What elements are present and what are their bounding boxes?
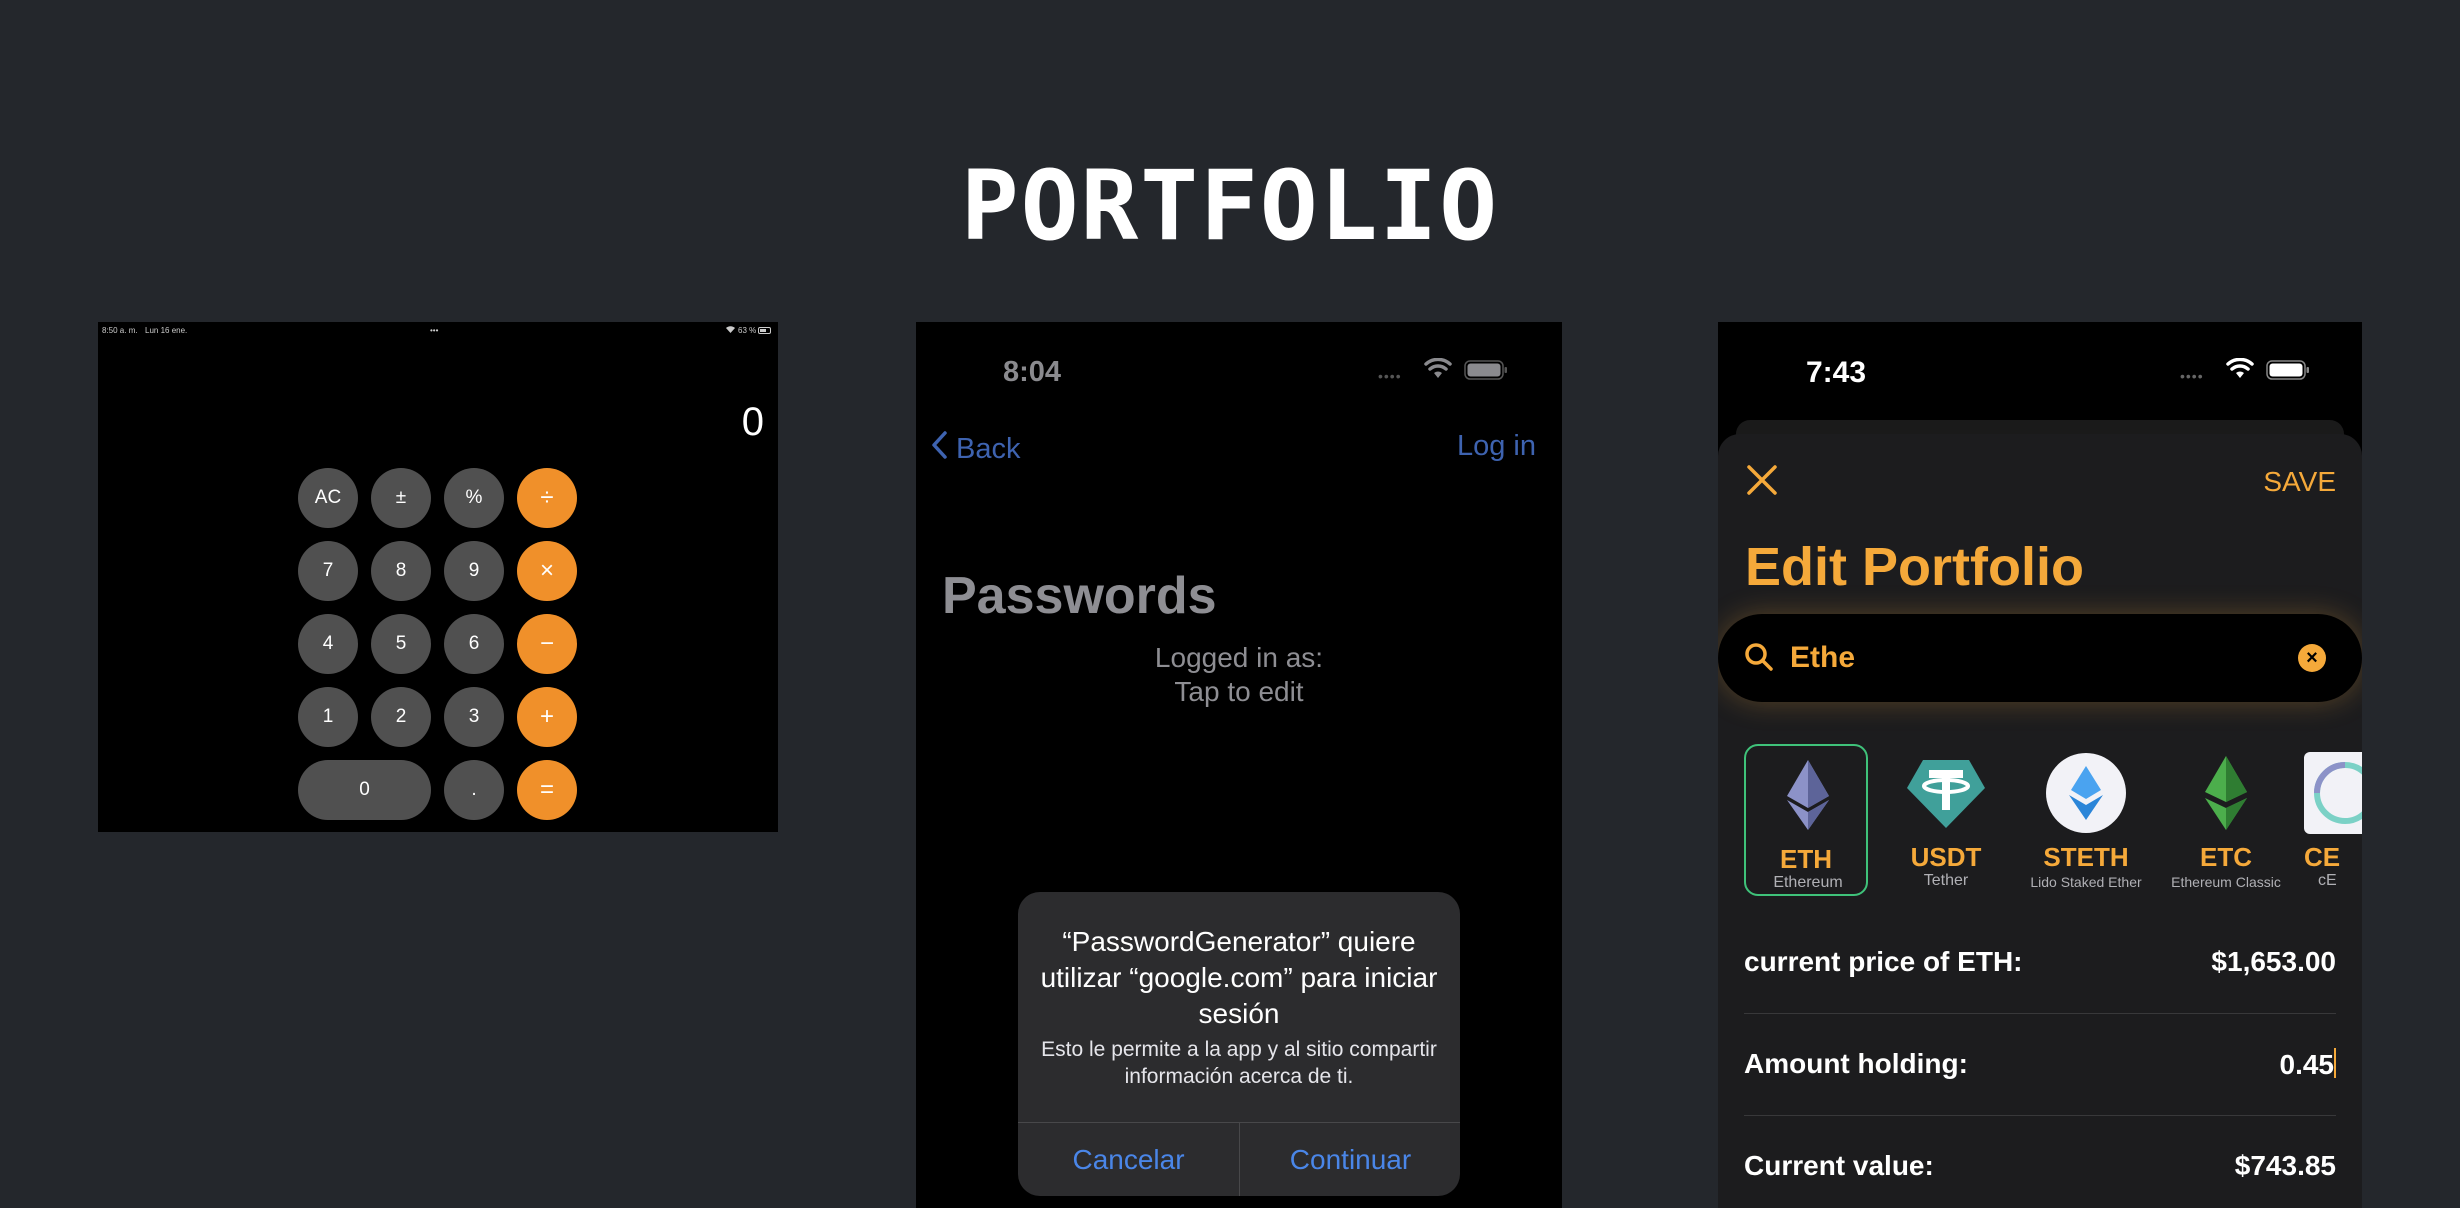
coin-item-ce[interactable]: CE cE: [2304, 744, 2362, 896]
status-time: 8:50 a. m.: [102, 326, 138, 335]
digit-9-button[interactable]: 9: [444, 541, 504, 601]
add-button[interactable]: +: [517, 687, 577, 747]
passwords-screenshot: 8:04 •••• Back Log in Passwords Logged i…: [916, 322, 1562, 1208]
search-input[interactable]: [1790, 636, 2270, 680]
amount-holding-field[interactable]: 0.45: [2279, 1048, 2336, 1081]
clear-button[interactable]: AC: [298, 468, 358, 528]
amount-holding-row[interactable]: Amount holding: 0.45: [1744, 1016, 2336, 1116]
digit-5-button[interactable]: 5: [371, 614, 431, 674]
coin-name: Ethereum Classic: [2171, 874, 2281, 890]
edit-portfolio-screenshot: 7:43 •••• SAVE Edit Portfolio ×: [1718, 322, 2362, 1208]
coin-item-eth[interactable]: ETH Ethereum: [1744, 744, 1868, 896]
coin-symbol: ETC: [2200, 842, 2252, 872]
coin-item-etc[interactable]: ETC Ethereum Classic: [2164, 744, 2288, 896]
divide-button[interactable]: ÷: [517, 468, 577, 528]
coin-symbol: STETH: [2043, 842, 2129, 872]
digit-2-button[interactable]: 2: [371, 687, 431, 747]
digit-3-button[interactable]: 3: [444, 687, 504, 747]
digit-1-button[interactable]: 1: [298, 687, 358, 747]
row-label: Current value:: [1744, 1150, 1934, 1181]
status-time: 7:43: [1806, 356, 1867, 389]
log-in-button[interactable]: Log in: [1457, 430, 1536, 463]
compound-ether-logo-icon: [2304, 752, 2362, 834]
current-price-row: current price of ETH: $1,653.00: [1744, 914, 2336, 1014]
wifi-icon: [726, 326, 735, 335]
plus-minus-button[interactable]: ±: [371, 468, 431, 528]
coin-symbol: ETH: [1780, 844, 1832, 874]
ethereum-logo-icon: [1767, 754, 1849, 836]
coin-symbol: USDT: [1910, 842, 1982, 872]
digit-6-button[interactable]: 6: [444, 614, 504, 674]
wifi-icon: [1424, 357, 1452, 385]
calculator-screenshot: 8:50 a. m. Lun 16 ene. ••• 63 % 0 AC ± %…: [98, 322, 778, 832]
divider: [1744, 1115, 2336, 1116]
text-cursor: [2334, 1048, 2336, 1078]
row-value: $743.85: [2234, 1150, 2336, 1181]
battery-icon: [2266, 360, 2310, 385]
lido-steth-logo-icon: [2045, 752, 2127, 834]
sign-in-alert: “PasswordGenerator” quiere utilizar “goo…: [1018, 892, 1460, 1196]
equals-button[interactable]: =: [517, 760, 577, 820]
battery-percent: 63 %: [738, 326, 757, 335]
status-time: 8:04: [1003, 356, 1062, 388]
coin-name: cE: [2318, 872, 2337, 889]
search-bar[interactable]: ×: [1718, 614, 2362, 702]
cancel-button[interactable]: Cancelar: [1018, 1123, 1239, 1196]
calculator-display: 0: [741, 400, 764, 444]
coin-item-usdt[interactable]: USDT Tether: [1884, 744, 2008, 896]
divider: [1744, 1013, 2336, 1014]
edit-portfolio-sheet: SAVE Edit Portfolio × ETH Ethereum: [1718, 434, 2362, 1208]
save-button[interactable]: SAVE: [2263, 466, 2336, 498]
digit-4-button[interactable]: 4: [298, 614, 358, 674]
tap-to-edit-link[interactable]: Tap to edit: [916, 676, 1562, 708]
chevron-left-icon: [930, 430, 948, 468]
digit-7-button[interactable]: 7: [298, 541, 358, 601]
row-label: current price of ETH:: [1744, 946, 2023, 977]
logged-in-label: Logged in as:: [1154, 642, 1324, 673]
multitask-dots: •••: [430, 326, 439, 335]
signal-icon: ••••: [1378, 368, 1402, 384]
clear-search-icon[interactable]: ×: [2298, 644, 2326, 672]
row-value: $1,653.00: [2211, 946, 2336, 977]
row-value: 0.45: [2279, 1049, 2335, 1080]
current-value-row: Current value: $743.85: [1744, 1118, 2336, 1208]
alert-message: Esto le permite a la app y al sitio comp…: [1041, 1038, 1437, 1088]
battery-icon: [1464, 360, 1508, 385]
wifi-icon: [2226, 357, 2254, 385]
close-icon[interactable]: [1746, 464, 1778, 501]
screen-title: Passwords: [942, 567, 1217, 625]
tether-logo-icon: [1905, 752, 1987, 834]
back-label: Back: [956, 432, 1021, 465]
row-label: Amount holding:: [1744, 1048, 1968, 1079]
battery-icon: [758, 327, 772, 336]
signal-icon: ••••: [2180, 368, 2204, 384]
status-date: Lun 16 ene.: [145, 326, 188, 335]
multiply-button[interactable]: ×: [517, 541, 577, 601]
ethereum-classic-logo-icon: [2185, 752, 2267, 834]
alert-title: “PasswordGenerator” quiere utilizar “goo…: [1040, 926, 1438, 1029]
digit-0-button[interactable]: 0: [298, 760, 431, 820]
sheet-title: Edit Portfolio: [1745, 537, 2084, 597]
percent-button[interactable]: %: [444, 468, 504, 528]
coin-item-steth[interactable]: STETH Lido Staked Ether: [2024, 744, 2148, 896]
subtract-button[interactable]: −: [517, 614, 577, 674]
page-title: PORTFOLIO: [960, 150, 1500, 262]
back-button[interactable]: Back: [930, 430, 1020, 468]
decimal-button[interactable]: .: [444, 760, 504, 820]
digit-8-button[interactable]: 8: [371, 541, 431, 601]
search-icon: [1744, 642, 1774, 677]
coin-symbol: CE: [2304, 842, 2341, 872]
continue-button[interactable]: Continuar: [1240, 1123, 1460, 1196]
